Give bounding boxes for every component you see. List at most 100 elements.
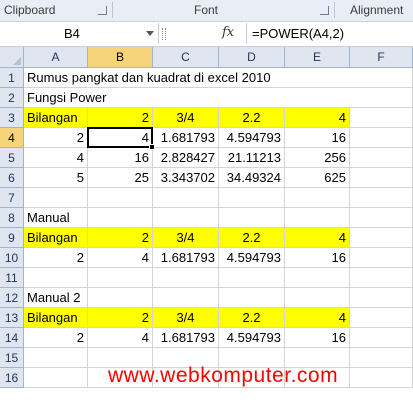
cell-a4[interactable]: 2	[24, 128, 88, 148]
fill-handle[interactable]	[149, 144, 155, 150]
ribbon-group-font[interactable]: Font	[194, 3, 218, 17]
row-header-11[interactable]: 11	[0, 268, 24, 288]
clipboard-launcher-icon[interactable]	[98, 6, 107, 15]
cell-a8[interactable]: Manual	[24, 208, 88, 228]
cell-d2[interactable]	[219, 88, 285, 108]
row-header-9[interactable]: 9	[0, 228, 24, 248]
cell-d10[interactable]: 4.594793	[219, 248, 285, 268]
cell-f4[interactable]	[350, 128, 413, 148]
column-header-d[interactable]: D	[219, 47, 285, 68]
formula-input[interactable]: =POWER(A4,2)	[252, 26, 344, 41]
cell-b13[interactable]: 2	[88, 308, 153, 328]
cell-a11[interactable]	[24, 268, 88, 288]
row-header-8[interactable]: 8	[0, 208, 24, 228]
cell-e13[interactable]: 4	[285, 308, 350, 328]
cell-a3[interactable]: Bilangan	[24, 108, 88, 128]
cell-f10[interactable]	[350, 248, 413, 268]
select-all-corner[interactable]	[0, 47, 24, 68]
cell-f13[interactable]	[350, 308, 413, 328]
row-header-1[interactable]: 1	[0, 68, 24, 88]
cell-f15[interactable]	[350, 348, 413, 368]
cell-d8[interactable]	[219, 208, 285, 228]
cell-c6[interactable]: 3.343702	[153, 168, 219, 188]
cell-e3[interactable]: 4	[285, 108, 350, 128]
cell-e1[interactable]	[285, 68, 350, 88]
cell-f3[interactable]	[350, 108, 413, 128]
cell-b9[interactable]: 2	[88, 228, 153, 248]
cell-d14[interactable]: 4.594793	[219, 328, 285, 348]
cell-d13[interactable]: 2.2	[219, 308, 285, 328]
cell-c13[interactable]: 3/4	[153, 308, 219, 328]
row-header-12[interactable]: 12	[0, 288, 24, 308]
chevron-down-icon[interactable]	[146, 31, 154, 36]
cell-c3[interactable]: 3/4	[153, 108, 219, 128]
cell-f11[interactable]	[350, 268, 413, 288]
cell-a2[interactable]: Fungsi Power	[24, 88, 106, 108]
cell-d5[interactable]: 21.11213	[219, 148, 285, 168]
cell-c10[interactable]: 1.681793	[153, 248, 219, 268]
cell-c4[interactable]: 1.681793	[153, 128, 219, 148]
cell-c8[interactable]	[153, 208, 219, 228]
cell-b10[interactable]: 4	[88, 248, 153, 268]
cell-b5[interactable]: 16	[88, 148, 153, 168]
cell-d11[interactable]	[219, 268, 285, 288]
cell-c14[interactable]: 1.681793	[153, 328, 219, 348]
cell-d12[interactable]	[219, 288, 285, 308]
name-box[interactable]: B4	[0, 23, 159, 44]
cell-e7[interactable]	[285, 188, 350, 208]
cell-b7[interactable]	[88, 188, 153, 208]
row-header-6[interactable]: 6	[0, 168, 24, 188]
row-header-3[interactable]: 3	[0, 108, 24, 128]
row-header-14[interactable]: 14	[0, 328, 24, 348]
cell-c9[interactable]: 3/4	[153, 228, 219, 248]
cell-f8[interactable]	[350, 208, 413, 228]
ribbon-group-alignment[interactable]: Alignment	[350, 3, 403, 17]
cell-b11[interactable]	[88, 268, 153, 288]
cell-a12[interactable]: Manual 2	[24, 288, 88, 308]
cell-b3[interactable]: 2	[88, 108, 153, 128]
column-header-e[interactable]: E	[285, 47, 350, 68]
cell-e9[interactable]: 4	[285, 228, 350, 248]
cell-e14[interactable]: 16	[285, 328, 350, 348]
font-launcher-icon[interactable]	[320, 6, 329, 15]
cell-e10[interactable]: 16	[285, 248, 350, 268]
cell-c11[interactable]	[153, 268, 219, 288]
cell-a7[interactable]	[24, 188, 88, 208]
column-header-c[interactable]: C	[153, 47, 219, 68]
cell-a10[interactable]: 2	[24, 248, 88, 268]
column-header-f[interactable]: F	[350, 47, 413, 68]
cell-e5[interactable]: 256	[285, 148, 350, 168]
cell-b12[interactable]	[88, 288, 153, 308]
cell-d6[interactable]: 34.49324	[219, 168, 285, 188]
cell-e4[interactable]: 16	[285, 128, 350, 148]
row-header-4[interactable]: 4	[0, 128, 24, 148]
cell-a1[interactable]: Rumus pangkat dan kuadrat di excel 2010	[24, 68, 271, 88]
row-header-10[interactable]: 10	[0, 248, 24, 268]
cell-d7[interactable]	[219, 188, 285, 208]
cell-f7[interactable]	[350, 188, 413, 208]
row-header-16[interactable]: 16	[0, 368, 24, 388]
cell-e8[interactable]	[285, 208, 350, 228]
cell-f2[interactable]	[350, 88, 413, 108]
cell-c7[interactable]	[153, 188, 219, 208]
cell-e12[interactable]	[285, 288, 350, 308]
cell-d9[interactable]: 2.2	[219, 228, 285, 248]
cell-a5[interactable]: 4	[24, 148, 88, 168]
cell-a15[interactable]	[24, 348, 88, 368]
row-header-13[interactable]: 13	[0, 308, 24, 328]
row-header-2[interactable]: 2	[0, 88, 24, 108]
cell-f9[interactable]	[350, 228, 413, 248]
cell-a14[interactable]: 2	[24, 328, 88, 348]
cell-f12[interactable]	[350, 288, 413, 308]
cell-a6[interactable]: 5	[24, 168, 88, 188]
cell-b6[interactable]: 25	[88, 168, 153, 188]
cell-f14[interactable]	[350, 328, 413, 348]
cell-e2[interactable]	[285, 88, 350, 108]
insert-function-icon[interactable]: fx	[222, 25, 234, 40]
cell-b14[interactable]: 4	[88, 328, 153, 348]
row-header-7[interactable]: 7	[0, 188, 24, 208]
cell-e6[interactable]: 625	[285, 168, 350, 188]
cell-c5[interactable]: 2.828427	[153, 148, 219, 168]
cell-f5[interactable]	[350, 148, 413, 168]
cell-e11[interactable]	[285, 268, 350, 288]
